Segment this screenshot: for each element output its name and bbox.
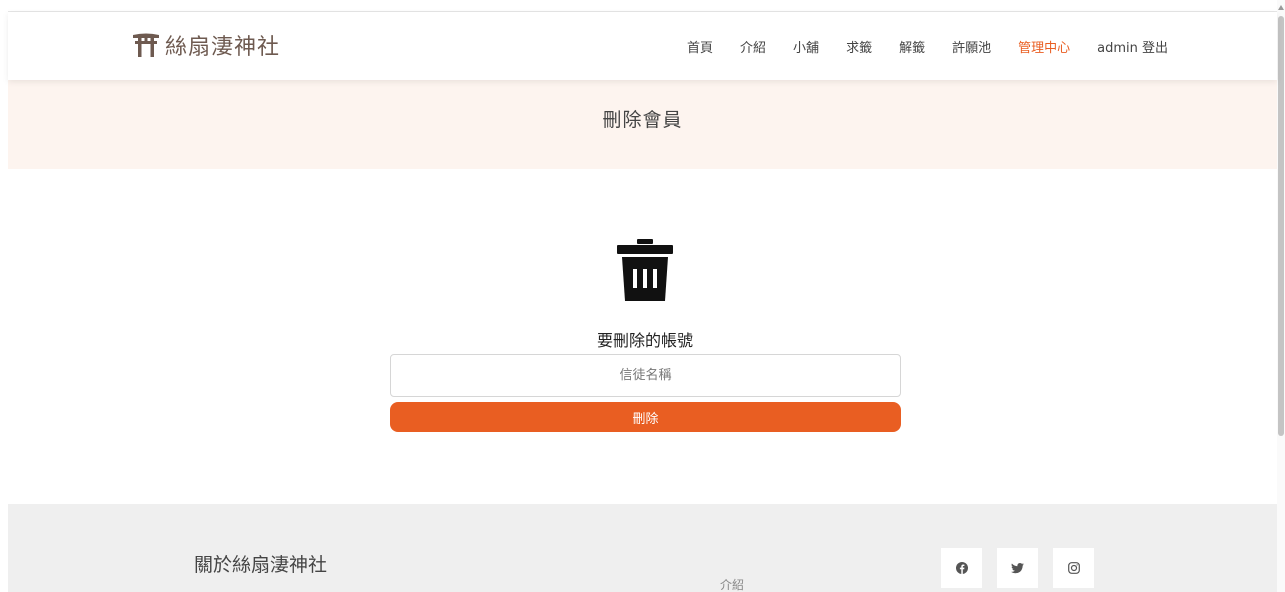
page-scrollbar[interactable]	[1277, 0, 1285, 592]
page-title: 刪除會員	[602, 109, 683, 131]
navbar: 絲扇淒神社 首頁 介紹 小舖 求籤 解籤 許願池 管理中心 admin 登出	[8, 12, 1277, 80]
main-nav: 首頁 介紹 小舖 求籤 解籤 許願池 管理中心 admin 登出	[660, 34, 1168, 58]
brand-name: 絲扇淒神社	[165, 35, 281, 60]
footer-about-title: 關於絲扇淒神社	[194, 554, 328, 576]
scroll-up-arrow-icon[interactable]	[1278, 2, 1284, 12]
facebook-icon[interactable]	[941, 548, 982, 588]
footer-link-intro[interactable]: 介紹	[720, 576, 744, 592]
delete-button[interactable]: 刪除	[390, 402, 901, 432]
nav-shop[interactable]: 小舖	[793, 37, 819, 56]
twitter-icon[interactable]	[997, 548, 1038, 588]
brand-logo[interactable]: 絲扇淒神社	[133, 30, 280, 60]
trash-icon	[617, 239, 673, 301]
instagram-icon[interactable]	[1053, 548, 1094, 588]
form-label: 要刪除的帳號	[596, 331, 693, 350]
page-banner: 刪除會員	[8, 80, 1277, 169]
footer: 關於絲扇淒神社 介紹	[8, 504, 1277, 592]
account-name-input[interactable]	[390, 354, 901, 397]
nav-draw-lot[interactable]: 求籤	[846, 37, 872, 56]
scrollbar-thumb[interactable]	[1278, 16, 1284, 436]
torii-icon	[133, 33, 159, 57]
nav-wishing-pool[interactable]: 許願池	[952, 37, 991, 56]
page: 絲扇淒神社 首頁 介紹 小舖 求籤 解籤 許願池 管理中心 admin 登出 刪…	[8, 11, 1277, 592]
nav-admin-center[interactable]: 管理中心	[1018, 37, 1070, 56]
nav-logout[interactable]: admin 登出	[1097, 37, 1168, 56]
nav-intro[interactable]: 介紹	[740, 37, 766, 56]
nav-interpret-lot[interactable]: 解籤	[899, 37, 925, 56]
nav-home[interactable]: 首頁	[687, 37, 713, 56]
